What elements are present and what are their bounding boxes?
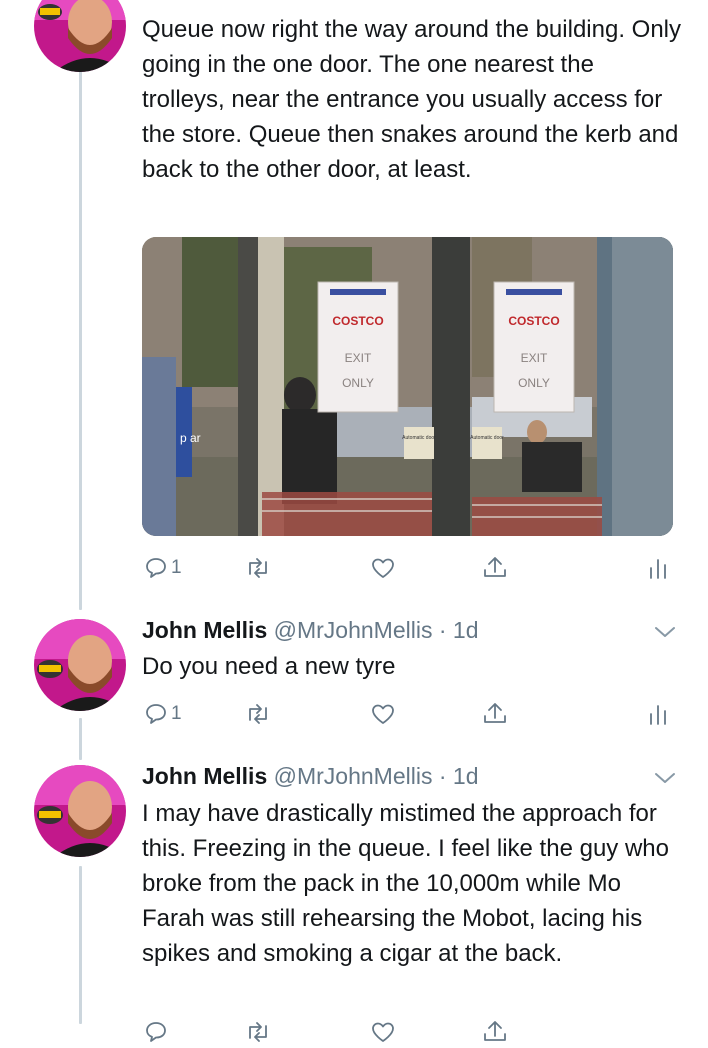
display-name[interactable]: John Mellis (142, 763, 267, 789)
side-sign-text: p ar (180, 431, 201, 445)
sign-brand-text: COSTCO (332, 314, 383, 328)
sign-text-line1: EXIT (345, 351, 372, 365)
timestamp[interactable]: 1d (453, 763, 479, 789)
analytics-icon (650, 705, 666, 725)
tweet-text: Queue now right the way around the build… (142, 16, 682, 183)
tweet-actions: 1 (142, 698, 682, 730)
chevron-down-icon[interactable] (652, 768, 678, 788)
separator-dot: · (432, 617, 453, 643)
timestamp[interactable]: 1d (453, 617, 479, 643)
retweet-button[interactable] (244, 552, 275, 584)
sign-brand-text: COSTCO (508, 314, 559, 328)
reply-button[interactable]: 1 (144, 552, 182, 584)
door-label: Automatic door (402, 435, 436, 441)
analytics-button[interactable] (648, 552, 668, 584)
reply-button[interactable]: 1 (144, 698, 182, 730)
avatar[interactable] (34, 765, 126, 857)
share-button[interactable] (482, 698, 508, 730)
retweet-button[interactable] (244, 698, 275, 730)
chevron-down-icon[interactable] (652, 622, 678, 642)
tweet-text: Do you need a new tyre (142, 653, 396, 680)
share-icon (484, 1021, 506, 1041)
avatar[interactable] (34, 0, 126, 72)
reply-icon (146, 704, 166, 724)
heart-icon (372, 704, 394, 724)
tweet-actions: 1 (142, 552, 682, 584)
tweet-header: John Mellis @MrJohnMellis · 1d (142, 616, 479, 644)
sign-text-line2: ONLY (518, 376, 550, 390)
handle[interactable]: @MrJohnMellis (274, 763, 433, 789)
share-icon (484, 557, 506, 577)
tweet-photo[interactable]: p ar COSTCO EXIT ONLY COSTCO EXIT ONLY A… (142, 237, 673, 536)
reply-icon (146, 558, 166, 578)
analytics-icon (650, 559, 666, 579)
share-button[interactable] (482, 1016, 508, 1048)
heart-icon (372, 558, 394, 578)
like-button[interactable] (370, 698, 399, 730)
thread-line (79, 866, 82, 1024)
thread-line (79, 718, 82, 760)
share-icon (484, 703, 506, 723)
like-button[interactable] (370, 552, 399, 584)
sign-text-line1: EXIT (521, 351, 548, 365)
thread-line (79, 0, 82, 610)
tweet-header: John Mellis @MrJohnMellis · 1d (142, 762, 479, 790)
door-label: Automatic door (470, 435, 504, 441)
share-button[interactable] (482, 552, 508, 584)
avatar[interactable] (34, 619, 126, 711)
like-button[interactable] (370, 1016, 396, 1048)
retweet-icon (249, 558, 267, 578)
display-name[interactable]: John Mellis (142, 617, 267, 643)
reply-button[interactable] (144, 1016, 168, 1048)
sign-text-line2: ONLY (342, 376, 374, 390)
retweet-button[interactable] (244, 1016, 272, 1048)
tweet-actions (142, 1016, 682, 1048)
separator-dot: · (432, 763, 453, 789)
reply-count: 1 (171, 557, 182, 578)
reply-count: 1 (171, 703, 182, 724)
handle[interactable]: @MrJohnMellis (274, 617, 433, 643)
tweet-text: I may have drastically mistimed the appr… (142, 800, 669, 967)
retweet-icon (249, 704, 267, 724)
analytics-button[interactable] (648, 698, 668, 730)
